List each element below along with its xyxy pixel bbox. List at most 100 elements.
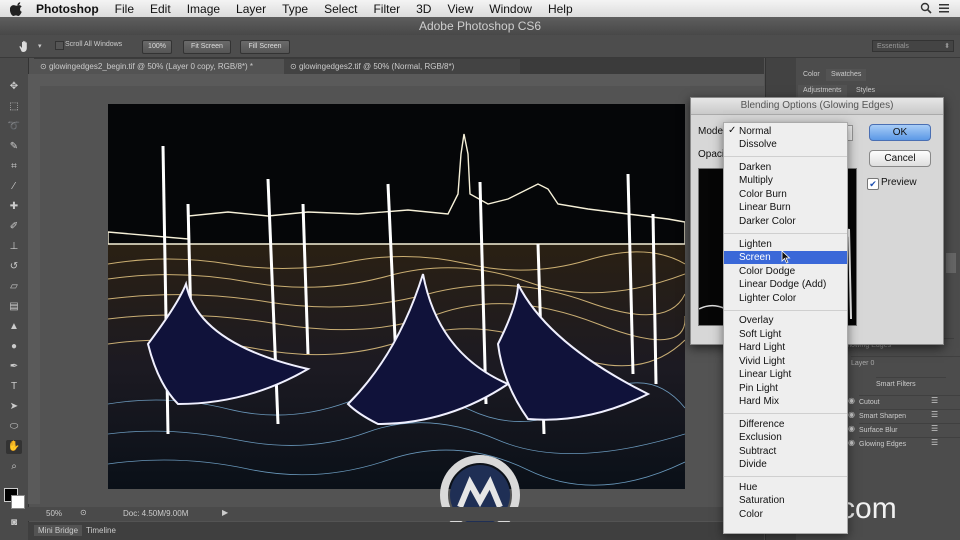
notification-list-icon[interactable] — [938, 2, 950, 14]
blend-mode-option[interactable]: Hue — [724, 481, 847, 494]
blend-mode-option[interactable]: Color Burn — [724, 188, 847, 201]
blend-mode-option[interactable]: Subtract — [724, 445, 847, 458]
menu-image[interactable]: Image — [179, 2, 228, 16]
blend-mode-option[interactable]: Linear Dodge (Add) — [724, 278, 847, 291]
blend-mode-option[interactable]: Overlay — [724, 314, 847, 327]
preview-checkbox[interactable]: ✔ — [867, 178, 879, 190]
quick-select-tool-icon[interactable]: ✎ — [6, 140, 22, 154]
eye-icon[interactable]: ◉ — [848, 438, 855, 447]
zoom-100-button[interactable]: 100% — [142, 40, 172, 54]
blend-mode-option[interactable]: Color Dodge — [724, 265, 847, 278]
blend-mode-option[interactable]: Vivid Light — [724, 355, 847, 368]
blend-mode-option[interactable]: Multiply — [724, 174, 847, 187]
tab-close-icon[interactable]: ⊙ — [40, 62, 49, 71]
fit-screen-button[interactable]: Fit Screen — [183, 40, 231, 54]
background-color-swatch[interactable] — [11, 495, 25, 509]
filter-options-icon[interactable]: ☰ — [931, 438, 938, 447]
menu-select[interactable]: Select — [316, 2, 365, 16]
blend-mode-option[interactable]: Linear Burn — [724, 201, 847, 214]
menu-window[interactable]: Window — [481, 2, 540, 16]
filter-row-surface-blur[interactable]: Surface Blur — [859, 423, 960, 437]
hand-tool-active-icon[interactable]: ✋ — [6, 440, 22, 454]
filter-row-smart-sharpen[interactable]: Smart Sharpen — [859, 409, 960, 423]
blend-mode-option[interactable]: Lighter Color — [724, 292, 847, 305]
eraser-tool-icon[interactable]: ▱ — [6, 280, 22, 294]
tab-styles[interactable]: Styles — [851, 85, 880, 97]
blend-mode-option[interactable]: Normal — [724, 125, 847, 138]
quick-mask-icon[interactable]: ◙ — [6, 516, 22, 530]
workspace-select[interactable]: Essentials ⬍ — [872, 40, 954, 52]
move-tool-icon[interactable]: ✥ — [6, 80, 22, 94]
tab-color[interactable]: Color — [798, 69, 825, 81]
status-menu-arrow-icon[interactable]: ▶ — [222, 508, 228, 517]
tab-swatches[interactable]: Swatches — [826, 69, 867, 81]
fill-screen-button[interactable]: Fill Screen — [240, 40, 290, 54]
blend-mode-option[interactable]: Saturation — [724, 494, 847, 507]
menu-view[interactable]: View — [439, 2, 481, 16]
eye-icon[interactable]: ◉ — [848, 396, 855, 405]
panel-scrollbar[interactable] — [946, 253, 956, 273]
filter-options-icon[interactable]: ☰ — [931, 396, 938, 405]
pen-tool-icon[interactable]: ✒ — [6, 360, 22, 374]
blend-mode-option[interactable]: Pin Light — [724, 382, 847, 395]
zoom-level[interactable]: 50% — [46, 509, 62, 518]
menu-help[interactable]: Help — [540, 2, 581, 16]
zoom-tool-icon[interactable]: ⌕ — [6, 460, 22, 474]
blend-mode-option[interactable]: Hard Light — [724, 341, 847, 354]
tab-document-inactive[interactable]: ⊙ glowingedges2.tif @ 50% (Normal, RGB/8… — [284, 59, 520, 74]
blend-mode-option[interactable]: Hard Mix — [724, 395, 847, 408]
crop-tool-icon[interactable]: ⌗ — [6, 160, 22, 174]
clone-stamp-tool-icon[interactable]: ⊥ — [6, 240, 22, 254]
blend-mode-option[interactable]: Darker Color — [724, 215, 847, 228]
blur-tool-icon[interactable]: ▲ — [6, 320, 22, 334]
eye-icon[interactable]: ◉ — [848, 410, 855, 419]
apple-icon[interactable] — [10, 1, 24, 16]
document-image[interactable] — [108, 104, 685, 489]
eyedropper-tool-icon[interactable]: ⁄ — [6, 180, 22, 194]
tab-timeline[interactable]: Timeline — [86, 526, 116, 535]
cancel-button[interactable]: Cancel — [869, 150, 931, 167]
blend-mode-option[interactable]: Soft Light — [724, 328, 847, 341]
healing-brush-tool-icon[interactable]: ✚ — [6, 200, 22, 214]
menu-file[interactable]: File — [107, 2, 142, 16]
blend-mode-option[interactable]: Color — [724, 508, 847, 521]
lasso-tool-icon[interactable]: ➰ — [6, 120, 22, 134]
filter-row-cutout[interactable]: Cutout — [859, 395, 960, 409]
tab-document-active[interactable]: ⊙ glowingedges2_begin.tif @ 50% (Layer 0… — [34, 59, 285, 74]
gradient-tool-icon[interactable]: ▤ — [6, 300, 22, 314]
filter-row-glowing-edges[interactable]: Glowing Edges — [859, 437, 960, 451]
ok-button[interactable]: OK — [869, 124, 931, 141]
menu-type[interactable]: Type — [274, 2, 316, 16]
brush-tool-icon[interactable]: ✐ — [6, 220, 22, 234]
blend-mode-option[interactable]: Divide — [724, 458, 847, 471]
history-brush-tool-icon[interactable]: ↺ — [6, 260, 22, 274]
status-info-icon[interactable]: ⊙ — [80, 508, 87, 517]
tab-close-icon[interactable]: ⊙ — [290, 62, 299, 71]
dodge-tool-icon[interactable]: ● — [6, 340, 22, 354]
hand-tool-icon[interactable] — [18, 39, 32, 53]
filter-options-icon[interactable]: ☰ — [931, 424, 938, 433]
smart-filters-row[interactable]: Smart Filters — [876, 377, 946, 391]
tool-preset-chevron-icon[interactable]: ▾ — [38, 42, 42, 50]
menu-filter[interactable]: Filter — [365, 2, 408, 16]
blend-mode-option[interactable]: Darken — [724, 161, 847, 174]
path-select-tool-icon[interactable]: ➤ — [6, 400, 22, 414]
blend-mode-option[interactable]: Exclusion — [724, 431, 847, 444]
scroll-all-checkbox[interactable] — [55, 41, 64, 50]
menu-layer[interactable]: Layer — [228, 2, 274, 16]
shape-tool-icon[interactable]: ⬭ — [6, 420, 22, 434]
app-menu[interactable]: Photoshop — [28, 2, 107, 16]
filter-options-icon[interactable]: ☰ — [931, 410, 938, 419]
spotlight-icon[interactable] — [920, 2, 932, 14]
menu-3d[interactable]: 3D — [408, 2, 439, 16]
blend-mode-option[interactable]: Difference — [724, 418, 847, 431]
blend-mode-option[interactable]: Dissolve — [724, 138, 847, 151]
tab-mini-bridge[interactable]: Mini Bridge — [34, 525, 83, 536]
marquee-tool-icon[interactable]: ⬚ — [6, 100, 22, 114]
blend-mode-option[interactable]: Linear Light — [724, 368, 847, 381]
eye-icon[interactable]: ◉ — [848, 424, 855, 433]
layer-row-layer0[interactable]: Layer 0 — [851, 356, 960, 370]
type-tool-icon[interactable]: T — [6, 380, 22, 394]
menu-edit[interactable]: Edit — [142, 2, 179, 16]
tab-adjustments[interactable]: Adjustments — [798, 85, 847, 97]
